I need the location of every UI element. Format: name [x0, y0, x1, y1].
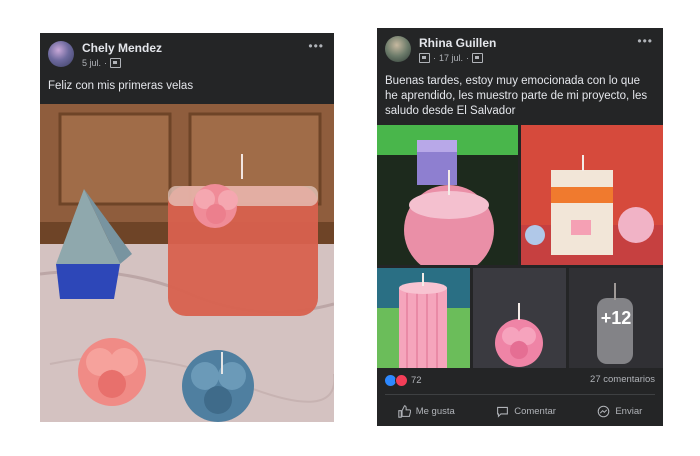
post-meta: · 17 jul. ·	[419, 53, 484, 63]
post-meta: 5 jul. ·	[82, 58, 122, 68]
candles-photo	[40, 104, 334, 422]
reactions-count: 72	[411, 375, 422, 386]
post-photo[interactable]	[40, 104, 334, 422]
post-header: Rhina Guillen · 17 jul. · •••	[377, 28, 663, 68]
post-stats: 72 27 comentarios	[377, 371, 663, 389]
post-caption: Feliz con mis primeras velas	[48, 80, 194, 92]
avatar[interactable]	[48, 41, 74, 67]
pillar-candle-photo	[521, 125, 663, 265]
audience-icon	[110, 58, 122, 68]
photo-tile-4[interactable]	[473, 268, 566, 368]
more-options-icon[interactable]: •••	[308, 39, 324, 53]
more-options-icon[interactable]: •••	[637, 34, 653, 48]
striped-candle-photo	[377, 268, 470, 368]
divider	[385, 394, 655, 395]
post-card-chely: Chely Mendez 5 jul. · ••• Feliz con mis …	[40, 33, 334, 422]
post-actions: Me gusta Comentar Enviar	[377, 400, 663, 422]
author-name[interactable]: Rhina Guillen	[419, 36, 496, 50]
comments-count[interactable]: 27 comentarios	[590, 374, 655, 385]
share-button[interactable]: Enviar	[597, 405, 642, 418]
audience-icon	[472, 53, 484, 63]
post-caption: Buenas tardes, estoy muy emocionada con …	[385, 75, 648, 117]
photo-tile-1[interactable]	[377, 125, 518, 265]
pink-ball-candle-photo	[377, 125, 518, 265]
post-header: Chely Mendez 5 jul. · •••	[40, 33, 334, 73]
avatar[interactable]	[385, 36, 411, 62]
like-button[interactable]: Me gusta	[397, 404, 455, 418]
more-photos-count[interactable]: +12	[569, 268, 663, 368]
photo-tile-5[interactable]: +12	[569, 268, 663, 368]
thumbs-up-icon	[397, 404, 411, 418]
photo-tile-3[interactable]	[377, 268, 470, 368]
comment-icon	[497, 406, 509, 418]
album-icon	[419, 53, 430, 63]
photo-tile-2[interactable]	[521, 125, 663, 265]
post-date[interactable]: 5 jul.	[82, 58, 101, 68]
messenger-icon	[598, 405, 610, 417]
reactions[interactable]: 72	[385, 374, 422, 387]
love-reaction-icon	[395, 374, 408, 387]
post-date[interactable]: 17 jul.	[439, 53, 463, 63]
post-card-rhina: Rhina Guillen · 17 jul. · ••• Buenas tar…	[377, 28, 663, 426]
comment-button[interactable]: Comentar	[496, 405, 556, 418]
rose-candle-photo	[473, 268, 566, 368]
author-name[interactable]: Chely Mendez	[82, 41, 162, 55]
